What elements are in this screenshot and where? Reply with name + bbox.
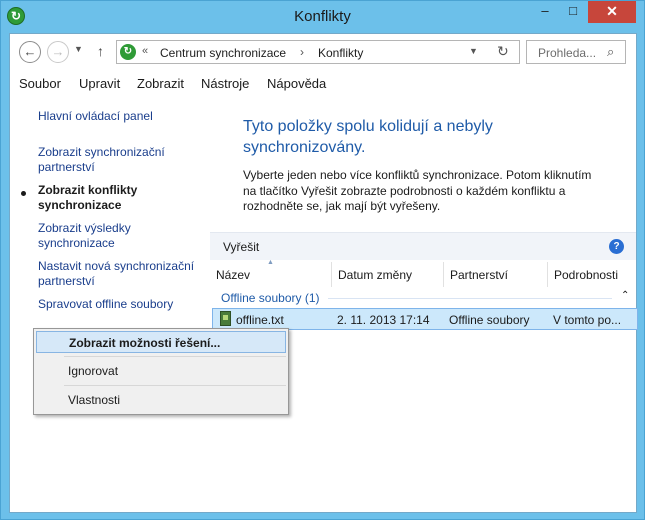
sidebar-item-partnerships[interactable]: Zobrazit synchronizační partnerství [38,145,206,175]
menu-item-show-resolve-options[interactable]: Zobrazit možnosti řešení... [36,331,286,353]
sidebar-item-results[interactable]: Zobrazit výsledky synchronizace [38,221,206,251]
group-divider [328,298,612,299]
recent-locations-icon[interactable]: ▼ [74,44,83,54]
main-panel: Tyto položky spolu kolidují a nebyly syn… [210,96,638,512]
group-header[interactable]: Offline soubory (1) ⌃ [210,288,636,308]
help-icon[interactable]: ? [609,239,624,254]
maximize-button[interactable]: □ [559,1,587,23]
menu-item-ignore[interactable]: Ignorovat [36,360,286,382]
file-icon [220,311,231,326]
search-box[interactable]: Prohleda... ⌕ [526,40,626,64]
sync-center-small-icon: ↻ [120,44,136,60]
menu-tools[interactable]: Nástroje [201,76,249,91]
cell-name: offline.txt [236,313,284,327]
column-header-name[interactable]: Název [210,262,332,287]
resolve-button[interactable]: Vyřešit [223,240,259,254]
client-area: ← → ▼ ↑ ↻ « Centrum synchronizace › Konf… [9,33,638,513]
navigation-bar: ← → ▼ ↑ ↻ « Centrum synchronizace › Konf… [10,34,636,72]
context-menu: Zobrazit možnosti řešení... Ignorovat Vl… [33,328,289,415]
column-header-date[interactable]: Datum změny [332,262,444,287]
breadcrumb-sync-center[interactable]: Centrum synchronizace [160,46,286,60]
page-title: Tyto položky spolu kolidují a nebyly syn… [243,118,493,156]
page-description: Vyberte jeden nebo více konfliktů synchr… [243,168,592,213]
sidebar-item-control-panel[interactable]: Hlavní ovládací panel [38,109,206,124]
table-row[interactable]: offline.txt 2. 11. 2013 17:14 Offline so… [212,308,638,330]
menu-item-properties[interactable]: Vlastnosti [36,389,286,411]
search-input[interactable]: Prohleda... [538,46,596,60]
sidebar-item-new-partnership[interactable]: Nastavit nová synchronizační partnerství [38,259,206,289]
back-button[interactable]: ← [19,41,41,63]
address-dropdown-icon[interactable]: ▼ [469,46,478,56]
menu-edit[interactable]: Upravit [79,76,120,91]
address-overflow[interactable]: « [142,45,148,57]
menu-view[interactable]: Zobrazit [137,76,184,91]
app-window: ↻ Konflikty – □ ✕ ← → ▼ ↑ ↻ « Centrum sy… [0,0,645,520]
forward-button[interactable]: → [47,41,69,63]
sidebar: Hlavní ovládací panel Zobrazit synchroni… [10,96,210,512]
collapse-group-icon[interactable]: ⌃ [621,290,629,301]
up-button[interactable]: ↑ [97,43,104,59]
menu-separator [64,385,286,386]
command-bar: Vyřešit ? [210,232,636,260]
breadcrumb-conflicts[interactable]: Konflikty [318,46,363,60]
group-label: Offline soubory (1) [221,291,320,305]
menu-file[interactable]: Soubor [19,76,61,91]
sidebar-item-conflicts[interactable]: Zobrazit konflikty synchronizace [38,183,206,213]
column-header-details[interactable]: Podrobnosti [548,262,636,287]
menu-separator [64,356,286,357]
cell-partnership: Offline soubory [449,313,530,327]
minimize-button[interactable]: – [531,1,559,23]
column-header-partnership[interactable]: Partnerství [444,262,548,287]
menu-help[interactable]: Nápověda [267,76,326,91]
address-bar[interactable]: ↻ « Centrum synchronizace › Konflikty ▼ … [116,40,520,64]
breadcrumb-separator-icon[interactable]: › [300,45,304,59]
menu-bar: Soubor Upravit Zobrazit Nástroje Nápověd… [10,72,636,96]
sidebar-item-offline-files[interactable]: Spravovat offline soubory [38,297,206,312]
close-button[interactable]: ✕ [588,1,636,23]
active-item-bullet [21,191,26,196]
cell-date: 2. 11. 2013 17:14 [337,313,430,327]
cell-details: V tomto po... [553,313,622,327]
search-icon[interactable]: ⌕ [607,44,614,60]
refresh-icon[interactable]: ↻ [497,43,509,60]
title-bar[interactable]: ↻ Konflikty – □ ✕ [1,1,644,33]
